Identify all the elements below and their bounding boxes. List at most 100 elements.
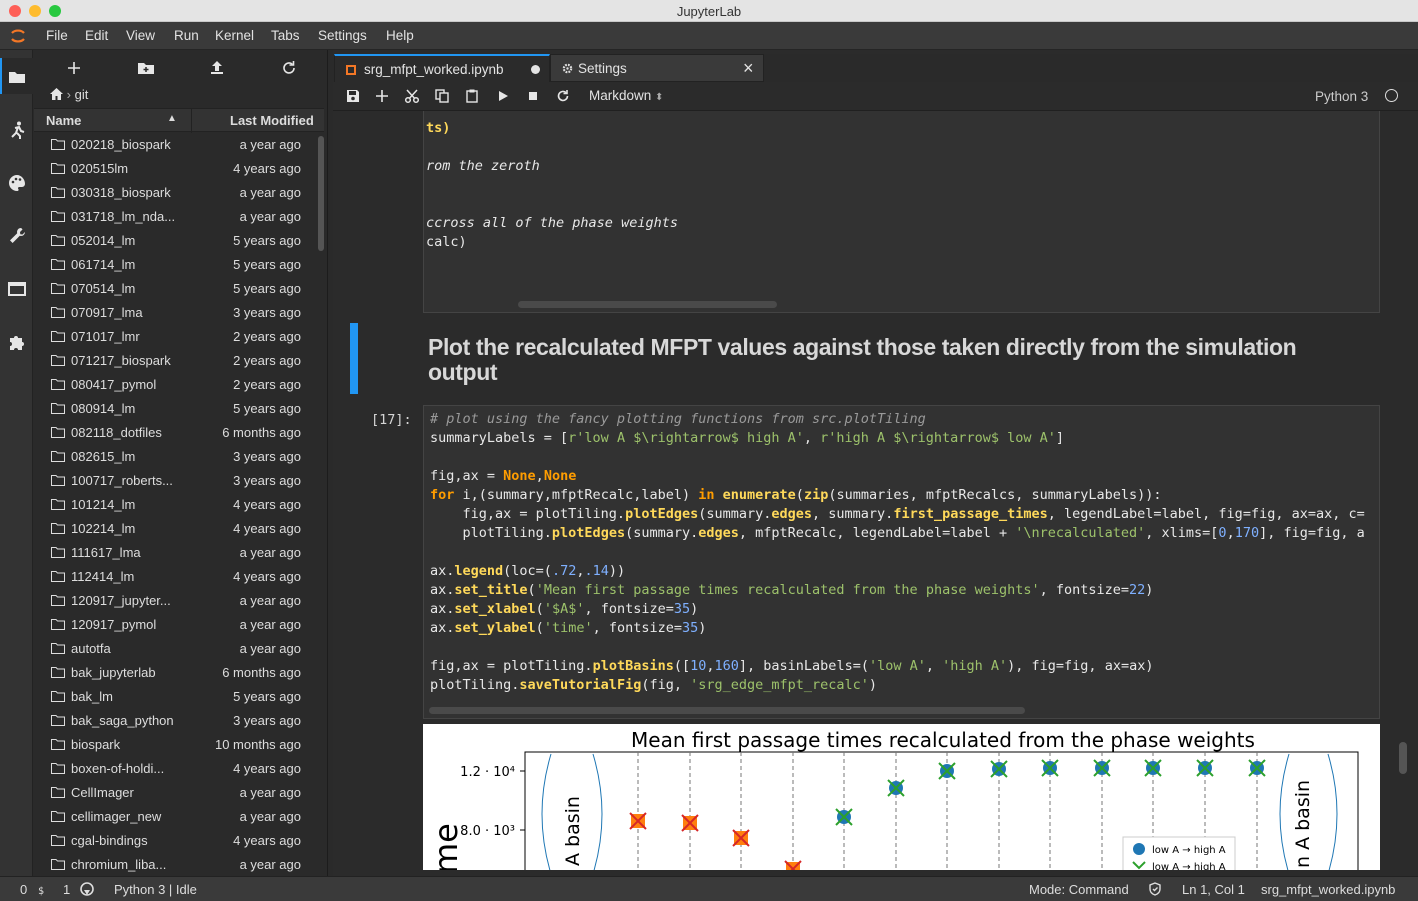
close-tab-icon[interactable]: × (743, 58, 754, 79)
file-list-item[interactable]: bak_saga_python 3 years ago (34, 709, 316, 733)
file-list-item[interactable]: 070917_lma 3 years ago (34, 301, 316, 325)
code-function: set_xlabel (454, 601, 536, 617)
status-kernels[interactable]: 1 (63, 882, 70, 897)
menu-help[interactable]: Help (386, 28, 414, 43)
cell-type-select[interactable]: Markdown ⬍ (589, 88, 663, 103)
file-list-item[interactable]: boxen-of-holdi... 4 years ago (34, 757, 316, 781)
file-modified: 2 years ago (233, 377, 301, 392)
copy-icon[interactable] (434, 88, 450, 104)
running-icon[interactable] (7, 120, 27, 140)
breadcrumb-folder[interactable]: git (75, 87, 89, 102)
file-modified: 4 years ago (233, 761, 301, 776)
file-list-item[interactable]: 080417_pymol 2 years ago (34, 373, 316, 397)
run-icon[interactable] (495, 88, 511, 104)
menu-kernel[interactable]: Kernel (215, 28, 254, 43)
add-cell-icon[interactable] (374, 88, 390, 104)
menu-run[interactable]: Run (174, 28, 199, 43)
file-list-item[interactable]: 120917_pymol a year ago (34, 613, 316, 637)
file-list-item[interactable]: 020218_biospark a year ago (34, 133, 316, 157)
code-token: fig,ax = plotTiling. (430, 658, 593, 674)
file-list-item[interactable]: cgal-bindings 4 years ago (34, 829, 316, 853)
menu-view[interactable]: View (126, 28, 155, 43)
file-list-item[interactable]: bak_jupyterlab 6 months ago (34, 661, 316, 685)
file-list-item[interactable]: chromium_liba... a year ago (34, 853, 316, 876)
cut-icon[interactable] (404, 88, 420, 104)
file-list-item[interactable]: 120917_jupyter... a year ago (34, 589, 316, 613)
file-list-item[interactable]: 080914_lm 5 years ago (34, 397, 316, 421)
new-launcher-icon[interactable] (63, 58, 85, 78)
paste-icon[interactable] (464, 88, 480, 104)
code-cell[interactable]: # plot using the fancy plotting function… (423, 405, 1380, 719)
restart-icon[interactable] (555, 88, 571, 104)
file-list-item[interactable]: 030318_biospark a year ago (34, 181, 316, 205)
home-icon[interactable] (50, 88, 63, 100)
code-cell-previous[interactable]: ts) rom the zeroth ccross all of the pha… (423, 111, 1380, 313)
file-list-item[interactable]: biospark 10 months ago (34, 733, 316, 757)
folder-icon (51, 499, 65, 510)
file-list-item[interactable]: 102214_lm 4 years ago (34, 517, 316, 541)
active-cell-indicator (350, 323, 358, 394)
wrench-icon[interactable] (7, 226, 27, 246)
file-list-item[interactable]: 020515lm 4 years ago (34, 157, 316, 181)
file-list-item[interactable]: autotfa a year ago (34, 637, 316, 661)
file-list-item[interactable]: cellimager_new a year ago (34, 805, 316, 829)
markdown-cell[interactable]: Plot the recalculated MFPT values agains… (428, 335, 1308, 385)
extension-icon[interactable] (7, 332, 27, 352)
file-list-item[interactable]: 052014_lm 5 years ago (34, 229, 316, 253)
tab-settings[interactable]: Settings × (550, 54, 764, 82)
file-list-item[interactable]: 082615_lm 3 years ago (34, 445, 316, 469)
column-last-modified[interactable]: Last Modified (230, 113, 314, 128)
upload-icon[interactable] (206, 58, 228, 78)
file-list-item[interactable]: bak_lm 5 years ago (34, 685, 316, 709)
file-modified: a year ago (239, 185, 301, 200)
unsaved-dot-icon[interactable] (531, 65, 540, 74)
new-folder-icon[interactable] (135, 58, 157, 78)
tabs-icon[interactable] (7, 279, 27, 299)
data-point (629, 812, 647, 830)
file-modified: a year ago (239, 593, 301, 608)
code-hscrollbar[interactable] (429, 707, 1025, 714)
code-hscrollbar[interactable] (518, 301, 777, 308)
tab-notebook-label: srg_mfpt_worked.ipynb (364, 62, 504, 77)
folder-icon[interactable] (7, 67, 27, 87)
file-list-item[interactable]: 061714_lm 5 years ago (34, 253, 316, 277)
file-list-scrollbar[interactable] (318, 136, 324, 251)
trusted-icon (1149, 882, 1161, 896)
palette-icon[interactable] (7, 173, 27, 193)
file-list-item[interactable]: 082118_dotfiles 6 months ago (34, 421, 316, 445)
file-name: 071217_biospark (71, 353, 171, 368)
file-list-item[interactable]: 071017_lmr 2 years ago (34, 325, 316, 349)
file-list-item[interactable]: 101214_lm 4 years ago (34, 493, 316, 517)
file-list-item[interactable]: CellImager a year ago (34, 781, 316, 805)
code-token: ) (690, 601, 699, 617)
save-icon[interactable] (345, 88, 361, 104)
refresh-icon[interactable] (278, 58, 300, 78)
status-cursor-position[interactable]: Ln 1, Col 1 (1182, 882, 1245, 897)
file-list-item[interactable]: 112414_lm 4 years ago (34, 565, 316, 589)
code-token: , (803, 430, 821, 446)
menu-tabs[interactable]: Tabs (271, 28, 300, 43)
kernel-name[interactable]: Python 3 (1315, 89, 1368, 104)
stop-icon[interactable] (525, 88, 541, 104)
file-list-item[interactable]: 070514_lm 5 years ago (34, 277, 316, 301)
folder-icon (51, 259, 65, 270)
file-list-item[interactable]: 100717_roberts... 3 years ago (34, 469, 316, 493)
window-title: JupyterLab (676, 4, 742, 19)
tab-notebook[interactable]: srg_mfpt_worked.ipynb (334, 54, 550, 82)
column-name[interactable]: Name (46, 113, 81, 128)
file-list-item[interactable]: 071217_biospark 2 years ago (34, 349, 316, 373)
code-number: 170 (1234, 525, 1260, 541)
menu-edit[interactable]: Edit (85, 28, 108, 43)
file-list-item[interactable]: 031718_lm_nda... a year ago (34, 205, 316, 229)
file-list-item[interactable]: 111617_lma a year ago (34, 541, 316, 565)
data-point (681, 814, 699, 832)
folder-icon (51, 331, 65, 342)
file-name: 100717_roberts... (71, 473, 173, 488)
file-modified: 10 months ago (214, 737, 301, 752)
notebook-vscrollbar[interactable] (1399, 742, 1407, 774)
status-kernel[interactable]: Python 3 | Idle (114, 882, 197, 897)
menu-file[interactable]: File (46, 28, 68, 43)
menu-settings[interactable]: Settings (318, 28, 367, 43)
code-token: ax. (430, 601, 455, 617)
status-terminals[interactable]: 0 (20, 882, 27, 897)
